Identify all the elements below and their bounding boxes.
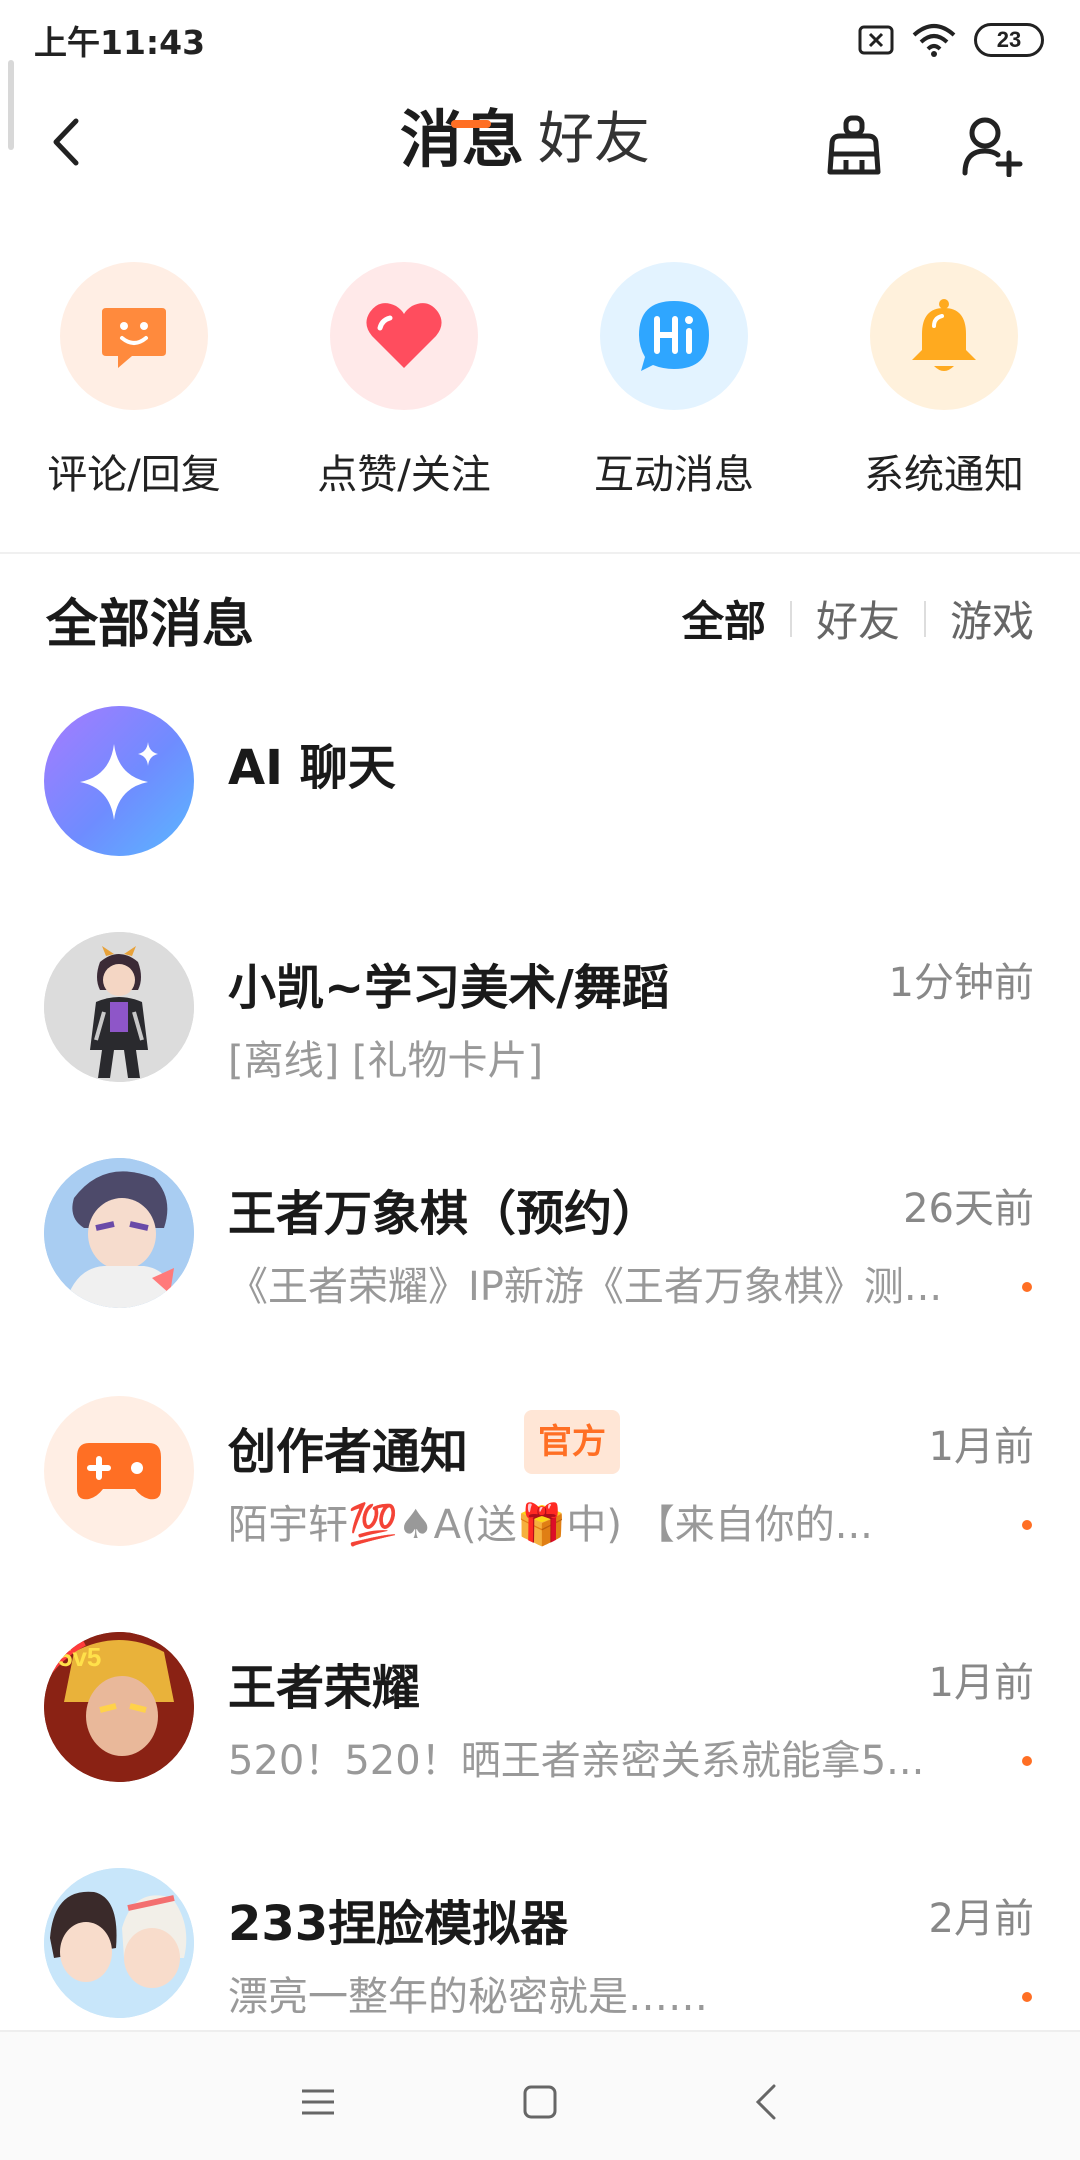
unread-dot: [1022, 1992, 1032, 2002]
svg-text:5v5: 5v5: [58, 1642, 101, 1672]
section-divider: [0, 552, 1080, 554]
sim-off-icon: [858, 25, 894, 55]
conversation-name: 创作者通知: [228, 1424, 469, 1480]
game-avatar-illustration: [44, 1868, 194, 2018]
user-avatar: [44, 932, 194, 1082]
comments-label: 评论/回复: [47, 452, 221, 498]
conversation-wangzhe[interactable]: 5v5 王者荣耀 1月前 520！520！晒王者亲密关系就能拿5...: [0, 1632, 1080, 1868]
conversation-name: 王者万象棋（预约）: [228, 1186, 661, 1242]
home-square-icon: [523, 2085, 557, 2119]
gamepad-icon: [77, 1443, 161, 1500]
back-button[interactable]: [38, 110, 94, 174]
conversation-name: 小凯~学习美术/舞蹈: [228, 960, 670, 1016]
official-badge: 官方: [524, 1410, 620, 1474]
add-friend-button[interactable]: [956, 110, 1028, 182]
messages-screen: 上午11:43 23 消息 好友 评论/回复 点赞/关注 互动消息 系统通知 全…: [0, 0, 1080, 2160]
conversation-preview: 漂亮一整年的秘密就是……: [228, 1974, 708, 2020]
conversation-xiaokai[interactable]: 小凯~学习美术/舞蹈 1分钟前 [离线] [礼物卡片]: [0, 932, 1080, 1168]
system-navigation-bar: [0, 2030, 1080, 2160]
conversation-time: 2月前: [928, 1896, 1034, 1942]
filter-games[interactable]: 游戏: [950, 588, 1034, 649]
unread-dot: [1022, 1282, 1032, 1292]
interactions-circle: [600, 262, 748, 410]
conversation-preview: 《王者荣耀》IP新游《王者万象棋》测...: [228, 1264, 943, 1310]
system-label: 系统通知: [864, 452, 1024, 498]
filter-friends[interactable]: 好友: [816, 588, 900, 649]
conversation-ai-chat[interactable]: AI 聊天: [0, 706, 1080, 942]
creator-avatar: [44, 1396, 194, 1546]
game-avatar: 5v5: [44, 1632, 194, 1782]
status-icons: 23: [858, 20, 1044, 60]
add-user-icon: [962, 117, 1023, 177]
menu-icon: [302, 2089, 334, 2115]
unread-dot: [1022, 1756, 1032, 1766]
conversation-name: 233捏脸模拟器: [228, 1896, 569, 1952]
quick-entry-comments[interactable]: 评论/回复: [34, 262, 234, 502]
game-avatar-illustration: 5v5: [44, 1632, 194, 1782]
quick-entry-likes[interactable]: 点赞/关注: [304, 262, 504, 502]
section-title: 全部消息: [46, 595, 255, 655]
conversation-wangzhe-chess[interactable]: 王者万象棋（预约） 26天前 《王者荣耀》IP新游《王者万象棋》测...: [0, 1158, 1080, 1394]
likes-label: 点赞/关注: [317, 452, 491, 498]
system-back-button[interactable]: [736, 2072, 796, 2132]
interactions-label: 互动消息: [594, 452, 754, 498]
conversation-time: 1月前: [928, 1660, 1034, 1706]
battery-icon: 23: [974, 23, 1044, 57]
filter-divider: [789, 600, 792, 637]
conversation-name: AI 聊天: [228, 740, 396, 796]
conversation-preview: 陌宇轩💯♠A(送🎁中) 【来自你的...: [228, 1502, 873, 1548]
user-avatar-illustration: [44, 932, 194, 1082]
conversation-time: 1分钟前: [888, 960, 1034, 1006]
heart-icon: [366, 303, 442, 368]
quick-entries: 评论/回复 点赞/关注 互动消息 系统通知: [0, 262, 1080, 502]
ai-avatar: [44, 706, 194, 856]
clear-button[interactable]: [818, 110, 890, 182]
status-time: 上午11:43: [34, 23, 206, 62]
system-circle: [870, 262, 1018, 410]
likes-circle: [330, 262, 478, 410]
back-icon: [755, 2084, 776, 2120]
game-avatar: [44, 1868, 194, 2018]
status-bar: 上午11:43 23: [0, 0, 1080, 78]
filter-tabs: 全部 好友 游戏: [682, 588, 1034, 649]
wifi-icon: [912, 24, 956, 57]
conversation-time: 26天前: [903, 1186, 1034, 1232]
active-tab-indicator: [451, 120, 491, 128]
ai-sparkle-icon: [80, 742, 158, 820]
tab-messages[interactable]: 消息: [400, 102, 524, 178]
quick-entry-system[interactable]: 系统通知: [844, 262, 1044, 502]
filter-divider: [923, 600, 926, 637]
conversation-creator-notice[interactable]: 创作者通知 官方 1月前 陌宇轩💯♠A(送🎁中) 【来自你的...: [0, 1396, 1080, 1632]
unread-dot: [1022, 1520, 1032, 1530]
hi-bubble-icon: [639, 301, 709, 371]
menu-button[interactable]: [288, 2072, 348, 2132]
home-button[interactable]: [510, 2072, 570, 2132]
conversation-preview: 520！520！晒王者亲密关系就能拿5...: [228, 1738, 925, 1784]
bell-icon: [912, 299, 976, 371]
comments-circle: [60, 262, 208, 410]
game-avatar-illustration: [44, 1158, 194, 1308]
tab-friends[interactable]: 好友: [538, 102, 650, 178]
chevron-left-icon: [53, 118, 79, 166]
conversation-time: 1月前: [928, 1424, 1034, 1470]
broom-icon: [827, 115, 881, 175]
quick-entry-interactions[interactable]: 互动消息: [574, 262, 774, 502]
header: 消息 好友: [0, 80, 1080, 220]
conversation-name: 王者荣耀: [228, 1660, 421, 1716]
chat-smile-icon: [102, 308, 166, 368]
conversation-preview: [离线] [礼物卡片]: [228, 1038, 544, 1084]
header-tabs: 消息 好友: [400, 102, 650, 178]
game-avatar: [44, 1158, 194, 1308]
filter-all[interactable]: 全部: [682, 588, 766, 649]
